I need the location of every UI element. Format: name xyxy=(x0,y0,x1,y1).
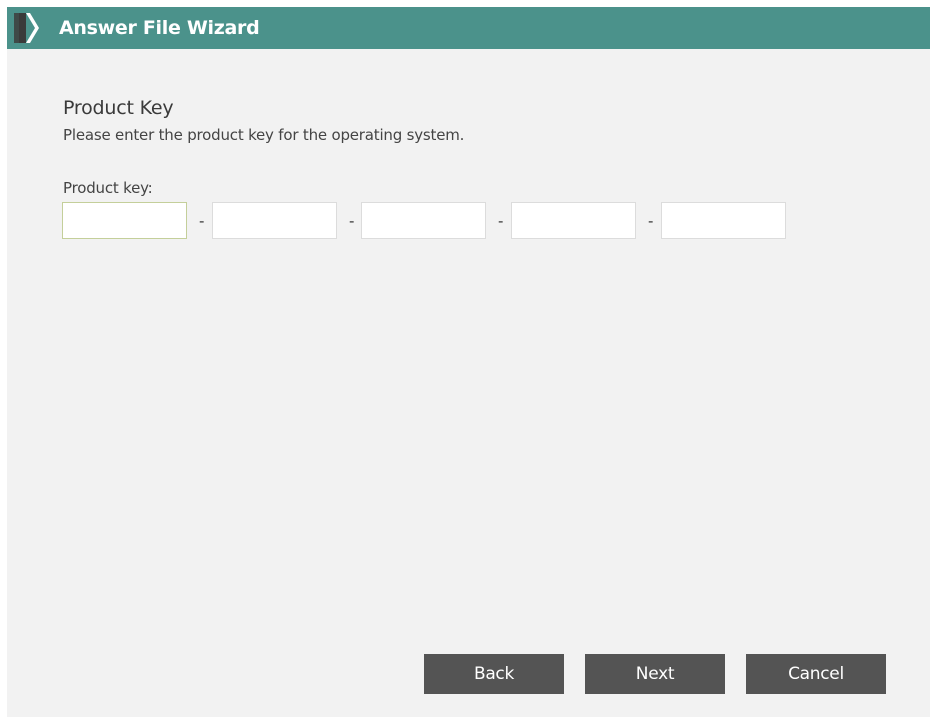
title-bar: Answer File Wizard xyxy=(7,7,930,49)
next-button[interactable]: Next xyxy=(585,654,725,694)
answer-file-wizard-window: Answer File Wizard Product Key Please en… xyxy=(7,7,930,717)
window-title: Answer File Wizard xyxy=(59,17,260,39)
cancel-button[interactable]: Cancel xyxy=(746,654,886,694)
product-key-separator: - xyxy=(349,212,355,230)
product-key-segment-5[interactable] xyxy=(661,202,786,239)
page-title: Product Key xyxy=(63,97,174,119)
product-key-separator: - xyxy=(498,212,504,230)
product-key-segment-2[interactable] xyxy=(212,202,337,239)
product-key-segment-3[interactable] xyxy=(361,202,486,239)
product-key-label: Product key: xyxy=(63,179,153,197)
product-key-separator: - xyxy=(648,212,654,230)
back-button[interactable]: Back xyxy=(424,654,564,694)
wizard-chevron-icon xyxy=(14,13,39,43)
product-key-separator: - xyxy=(199,212,205,230)
page-description: Please enter the product key for the ope… xyxy=(63,126,465,144)
product-key-segment-1[interactable] xyxy=(62,202,187,239)
product-key-segment-4[interactable] xyxy=(511,202,636,239)
